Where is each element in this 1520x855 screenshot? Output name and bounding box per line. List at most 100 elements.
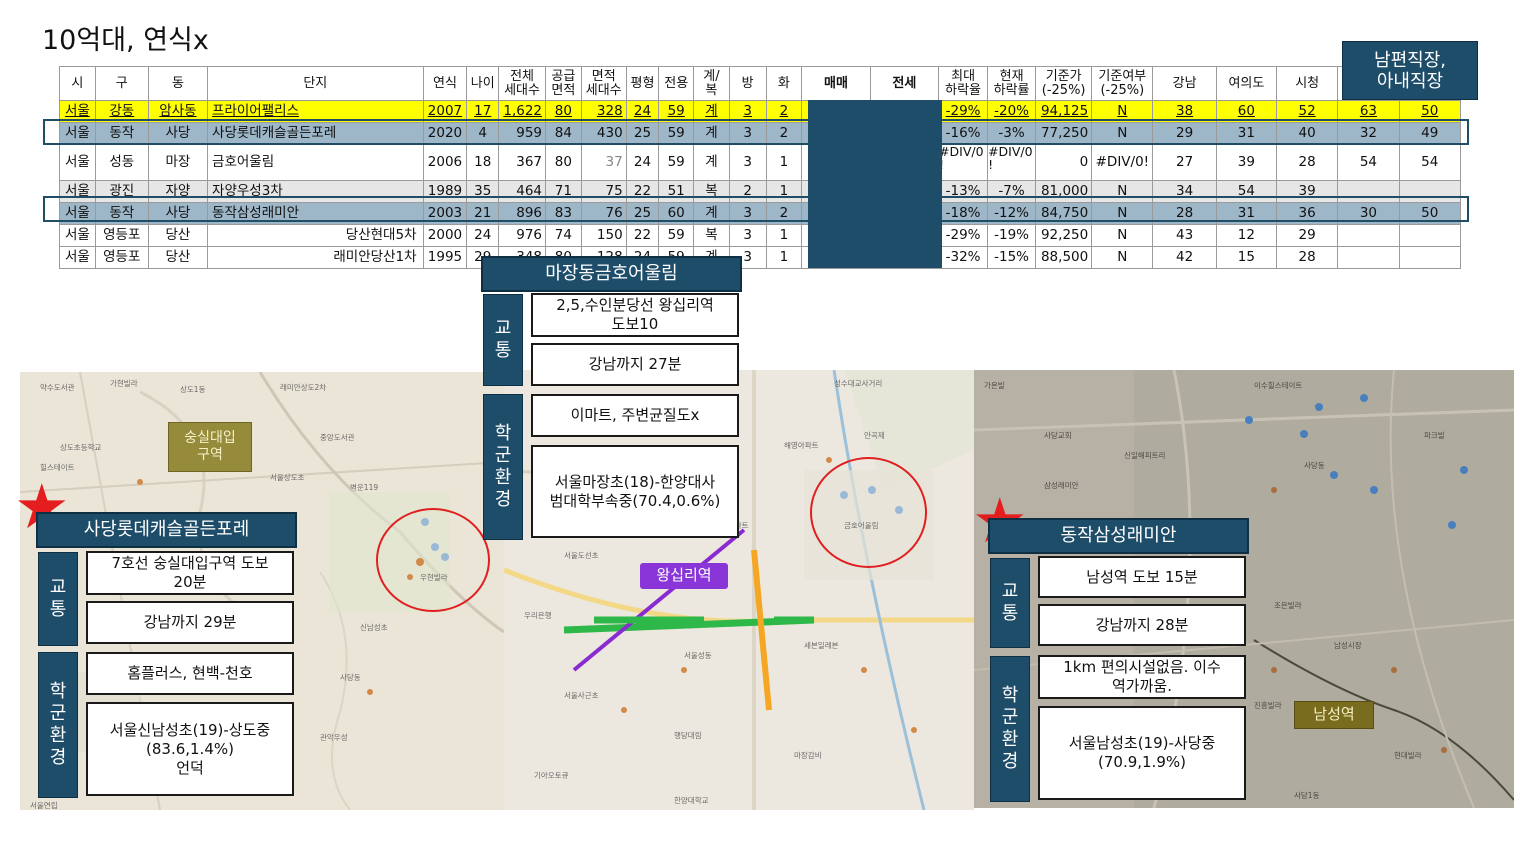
table-cell: 54 (1398, 144, 1462, 181)
table-cell: 계 (693, 144, 730, 181)
table-header-cell: 강남 (1152, 66, 1217, 101)
table-cell (1398, 246, 1462, 269)
table-cell: 18 (466, 144, 500, 181)
table-header-cell: 전용 (658, 66, 695, 101)
table-header-cell: 현재 하락률 (987, 66, 1037, 101)
table-cell: 59 (658, 144, 695, 181)
table-header-cell: 공급 면적 (545, 66, 582, 101)
table-row: 서울성동마장금호어울림20061836780372459계31#DIV/0 !#… (59, 144, 1462, 181)
table-cell: -32% (938, 246, 989, 269)
right-traffic-tab: 교 통 (990, 558, 1030, 648)
left-school-tab: 학 군 환 경 (38, 652, 78, 798)
table-cell: 영등포 (94, 224, 149, 247)
table-cell: 0 (1035, 144, 1093, 181)
table-header-cell: 방 (728, 66, 767, 101)
left-traffic-1: 7호선 숭실대입구역 도보 20분 (86, 551, 294, 595)
table-cell: 74 (545, 224, 582, 247)
table-header-row: 시 구 동 단지 연식 나이 전체 세대수 공급 면적 면적 세대수 평형 전용 계/ 복 방 화 매매 전세… (59, 66, 1462, 101)
table-header-cell: 동 (147, 66, 209, 101)
left-env-1: 홈플러스, 현백-천호 (86, 652, 294, 695)
table-cell: 27 (1152, 144, 1217, 181)
table-header-cell: 나이 (466, 66, 500, 101)
right-station-label: 남성역 (1294, 701, 1374, 729)
center-map-circle (810, 457, 927, 568)
table-cell: 28 (1276, 246, 1339, 269)
price-mask (808, 100, 942, 268)
table-cell: 영등포 (94, 246, 149, 269)
table-cell: 당산 (147, 224, 209, 247)
table-cell: 2006 (422, 144, 468, 181)
table-cell: 80 (545, 144, 582, 181)
table-cell: 마장 (147, 144, 209, 181)
center-title: 마장동금호어울림 (481, 256, 742, 292)
table-cell: 당산 (147, 246, 209, 269)
table-header-cell: 시청 (1276, 66, 1339, 101)
right-title: 동작삼성래미안 (988, 518, 1249, 554)
center-school-tab: 학 군 환 경 (483, 394, 523, 540)
right-traffic-1: 남성역 도보 15분 (1038, 556, 1246, 598)
table-cell: 성동 (94, 144, 149, 181)
center-traffic-2: 강남까지 27분 (531, 343, 739, 386)
table-cell: 1 (765, 144, 803, 181)
table-cell: 88,500 (1035, 246, 1093, 269)
right-env-1: 1km 편의시설없음. 이수 역가까움. (1038, 655, 1246, 699)
table-cell: 976 (498, 224, 547, 247)
table-cell: -15% (987, 246, 1037, 269)
table-header-cell: 매매 (801, 66, 871, 101)
table-header-cell: 기준가 (-25%) (1035, 66, 1093, 101)
table-cell: 서울 (59, 224, 96, 247)
left-env-2: 서울신남성초(19)-상도중 (83.6,1.4%) 언덕 (86, 702, 294, 796)
table-cell: 92,250 (1035, 224, 1093, 247)
table-header-cell: 연식 (422, 66, 468, 101)
table-cell: 39 (1215, 144, 1278, 181)
row-outline-dongjak-samsung (43, 196, 1469, 222)
left-area-label: 숭실대입 구역 (168, 422, 252, 472)
table-header-cell: 면적 세대수 (580, 66, 627, 101)
table-header-cell: 기준여부 (-25%) (1091, 66, 1154, 101)
center-traffic-tab: 교 통 (483, 294, 523, 386)
center-env-1: 이마트, 주변균질도x (531, 394, 739, 437)
table-cell: 37 (580, 144, 627, 181)
spouse-commute-badge: 남편직장, 아내직장 (1342, 41, 1478, 100)
apartment-table: 시 구 동 단지 연식 나이 전체 세대수 공급 면적 면적 세대수 평형 전용 계/ 복 방 화 매매 전세… (59, 66, 1462, 269)
table-header-cell: 화 (765, 66, 803, 101)
table-header-cell: 여의도 (1215, 66, 1278, 101)
row-outline-sadang-lotte (43, 119, 1469, 145)
table-cell: 24 (466, 224, 500, 247)
table-header-cell: 최대 하락율 (938, 66, 989, 101)
table-cell: 서울 (59, 144, 96, 181)
table-cell (1337, 246, 1400, 269)
table-cell: #DIV/0 ! (987, 144, 1037, 181)
table-cell: #DIV/0 ! (938, 144, 989, 181)
table-header-cell: 구 (94, 66, 149, 101)
table-cell: 복 (693, 224, 730, 247)
table-cell: 래미안당산1차 (207, 246, 424, 269)
left-map-circle (376, 508, 490, 612)
table-cell: 12 (1215, 224, 1278, 247)
table-cell: 59 (658, 224, 695, 247)
table-cell: 1 (765, 246, 803, 269)
table-header-cell: 시 (59, 66, 96, 101)
center-env-2: 서울마장초(18)-한양대사 범대학부속중(70.4,0.6%) (531, 445, 739, 538)
table-cell: 3 (728, 144, 767, 181)
table-cell: 42 (1152, 246, 1217, 269)
table-cell: 367 (498, 144, 547, 181)
center-station-label: 왕십리역 (640, 563, 728, 589)
right-traffic-2: 강남까지 28분 (1038, 604, 1246, 646)
left-traffic-2: 강남까지 29분 (86, 601, 294, 644)
table-cell (1337, 224, 1400, 247)
table-cell: 43 (1152, 224, 1217, 247)
table-cell: -29% (938, 224, 989, 247)
table-cell (1398, 224, 1462, 247)
table-cell: 28 (1276, 144, 1339, 181)
table-header-cell: 평형 (625, 66, 660, 101)
table-cell: 2000 (422, 224, 468, 247)
table-header-cell: 단지 (207, 66, 424, 101)
left-title: 사당롯데캐슬골든포레 (36, 512, 297, 548)
table-cell: 금호어울림 (207, 144, 424, 181)
left-traffic-tab: 교 통 (38, 552, 78, 646)
table-cell: 1 (765, 224, 803, 247)
table-cell: 22 (625, 224, 660, 247)
table-cell: 당산현대5차 (207, 224, 424, 247)
right-env-2: 서울남성초(19)-사당중 (70.9,1.9%) (1038, 706, 1246, 800)
